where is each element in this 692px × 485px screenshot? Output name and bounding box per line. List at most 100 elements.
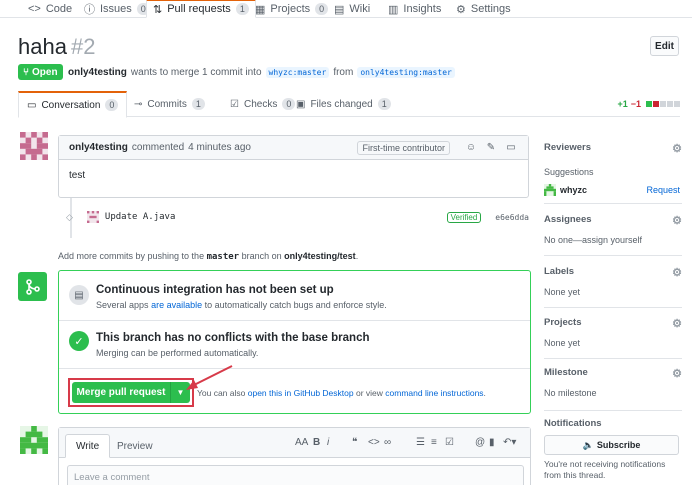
merge-button-highlight: Merge pull request ▼ (68, 378, 194, 407)
diffstat-block (653, 101, 659, 107)
tab-checks[interactable]: ☑ Checks 0 (230, 91, 296, 117)
avatar[interactable] (20, 426, 48, 454)
divider (544, 203, 682, 204)
command-line-link[interactable]: command line instructions (385, 388, 483, 398)
book-icon: ▤ (334, 3, 345, 16)
merge-icon (18, 272, 47, 301)
apps-link[interactable]: are available (151, 300, 202, 310)
mention-icon[interactable]: @ (475, 437, 485, 448)
commit-sha[interactable]: e6e6dda (495, 213, 529, 222)
tab-conversation[interactable]: ▭ Conversation 0 (18, 91, 128, 118)
status-badge: ⑂ Open (18, 64, 63, 80)
diffstat-block (660, 101, 666, 107)
tab-pull-requests[interactable]: ⇅ Pull requests 1 (146, 0, 256, 18)
tab-projects[interactable]: ▦ Projects 0 (255, 0, 329, 18)
reply-icon[interactable]: ↶▾ (503, 437, 516, 448)
base-branch[interactable]: whyzc:master (265, 66, 330, 78)
comment-icon: ▭ (27, 99, 37, 111)
tab-preview[interactable]: Preview (107, 434, 163, 458)
ci-icon: ▤ (69, 285, 89, 305)
new-comment-form: Write Preview AA B i ❝ <> ∞ ☰ ≡ ☑ @ ▮ ↶▾… (58, 427, 531, 485)
merge-button[interactable]: Merge pull request ▼ (72, 382, 190, 403)
verified-badge[interactable]: Verified (446, 211, 482, 223)
italic-icon[interactable]: i (327, 437, 329, 448)
tab-settings[interactable]: ⚙ Settings (456, 0, 511, 18)
tab-files-changed[interactable]: ▣ Files changed 1 (296, 91, 391, 117)
comment-time[interactable]: 4 minutes ago (188, 142, 251, 153)
gear-icon: ⚙ (456, 3, 466, 16)
heading-icon[interactable]: AA (295, 437, 308, 448)
tab-commits[interactable]: ⊸ Commits 1 (134, 91, 205, 117)
author-link[interactable]: only4testing (68, 67, 127, 78)
diffstat-block (674, 101, 680, 107)
gear-icon[interactable]: ⚙ (672, 214, 682, 227)
pr-number: #2 (70, 34, 96, 59)
reaction-icon[interactable]: ☺ (464, 142, 478, 153)
gear-icon[interactable]: ⚙ (672, 317, 682, 330)
labels-section: Labels ⚙ None yet (544, 266, 682, 297)
gear-icon[interactable]: ⚙ (672, 367, 682, 380)
annotation-arrow (186, 365, 233, 390)
commit-icon: ◇ (66, 211, 73, 222)
request-review-link[interactable]: Request (646, 185, 680, 195)
commit-icon: ⊸ (134, 98, 143, 110)
avatar (544, 184, 556, 196)
pencil-icon[interactable]: ✎ (484, 142, 498, 153)
tab-code[interactable]: <> Code (28, 0, 72, 18)
comment-toolbar: Write Preview AA B i ❝ <> ∞ ☰ ≡ ☑ @ ▮ ↶▾ (59, 428, 530, 458)
diffstat: +1 −1 (617, 99, 680, 109)
task-list-icon[interactable]: ☑ (445, 437, 454, 448)
comment-textarea[interactable]: Leave a comment (67, 465, 524, 485)
reply-icon[interactable]: ▭ (504, 142, 518, 153)
divider (544, 255, 682, 256)
pr-tabs: ▭ Conversation 0 ⊸ Commits 1 ☑ Checks 0 … (18, 91, 680, 118)
issue-icon: ⓘ (84, 4, 95, 16)
check-icon: ✓ (69, 331, 89, 351)
github-desktop-link[interactable]: open this in GitHub Desktop (248, 388, 354, 398)
project-icon: ▦ (255, 3, 266, 16)
file-diff-icon: ▣ (296, 98, 306, 110)
notification-status: You're not receiving notifications from … (544, 459, 666, 480)
avatar[interactable] (86, 211, 99, 223)
reviewers-section: Reviewers ⚙ Suggestions whyzc Request (544, 142, 682, 196)
checklist-icon: ☑ (230, 98, 239, 110)
tab-wiki[interactable]: ▤ Wiki (334, 0, 370, 18)
diffstat-block (667, 101, 673, 107)
link-icon[interactable]: ∞ (384, 437, 391, 448)
tab-insights[interactable]: ▥ Insights (388, 0, 441, 18)
contributor-badge: First-time contributor (357, 140, 450, 155)
subscribe-button[interactable]: 🔈 Subscribe (544, 435, 679, 455)
code-icon: <> (28, 3, 41, 15)
repo-nav: <> Code ⓘ Issues 0 ⇅ Pull requests 1 ▦ P… (0, 0, 692, 18)
bullet-list-icon[interactable]: ☰ (416, 437, 425, 448)
pr-icon: ⇅ (153, 3, 163, 16)
repo-link[interactable]: only4testing/test (284, 251, 356, 261)
graph-icon: ▥ (388, 3, 399, 16)
assignees-section: Assignees ⚙ No one—assign yourself (544, 214, 682, 245)
merge-box: ▤ Continuous integration has not been se… (58, 270, 531, 414)
reviewer-name[interactable]: whyzc (560, 185, 587, 195)
quote-icon[interactable]: ❝ (352, 437, 357, 448)
pr-title: haha #2 (18, 34, 96, 59)
avatar[interactable] (20, 132, 48, 160)
gear-icon[interactable]: ⚙ (672, 266, 682, 279)
bold-icon[interactable]: B (313, 437, 320, 448)
comment-author[interactable]: only4testing (69, 142, 128, 153)
diffstat-block (646, 101, 652, 107)
ci-status: ▤ Continuous integration has not been se… (59, 271, 530, 321)
speaker-icon: 🔈 (582, 439, 594, 450)
divider (544, 410, 682, 411)
projects-section: Projects ⚙ None yet (544, 317, 682, 348)
tab-issues[interactable]: ⓘ Issues 0 (84, 0, 150, 18)
edit-button[interactable]: Edit (650, 36, 679, 56)
milestone-section: Milestone ⚙ No milestone (544, 367, 682, 398)
push-hint: Add more commits by pushing to the maste… (58, 251, 359, 262)
numbered-list-icon[interactable]: ≡ (431, 437, 437, 448)
code-icon[interactable]: <> (368, 437, 380, 448)
tab-write[interactable]: Write (65, 434, 111, 458)
commit-message[interactable]: Update A.java (105, 212, 175, 222)
gear-icon[interactable]: ⚙ (672, 142, 682, 155)
head-branch[interactable]: only4testing:master (357, 66, 455, 78)
bookmark-icon[interactable]: ▮ (489, 437, 495, 448)
divider (544, 358, 682, 359)
